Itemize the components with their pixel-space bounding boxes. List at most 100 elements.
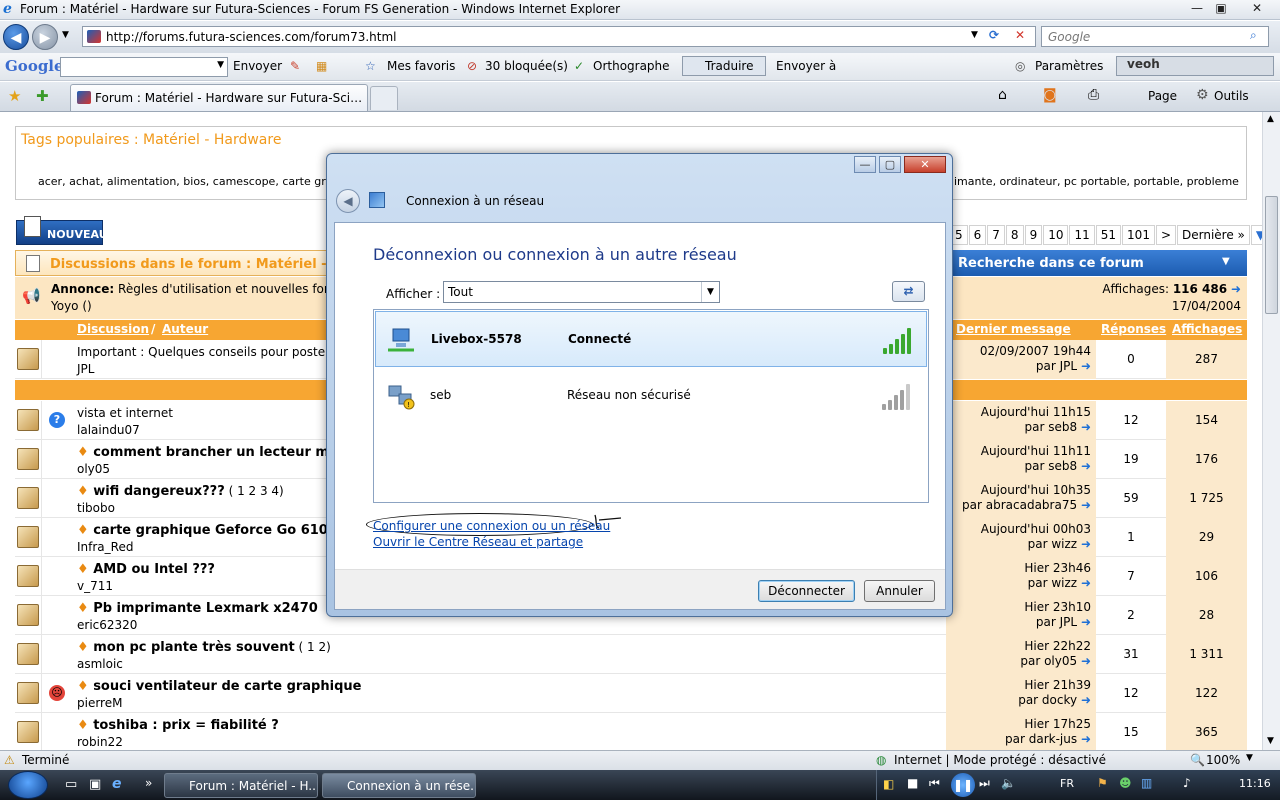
announcement-link[interactable]: Règles d'utilisation et nouvelles fonct [118, 282, 343, 296]
disconnect-button[interactable]: Déconnecter [758, 580, 855, 602]
refresh-networks-button[interactable]: ⇄ [892, 281, 925, 302]
minimize-button[interactable]: — [1184, 0, 1210, 17]
tools-menu[interactable]: Outils [1214, 89, 1249, 103]
zoom-level[interactable]: 100% [1206, 753, 1240, 767]
scrollbar-thumb[interactable] [1265, 196, 1278, 314]
go-to-last-icon[interactable]: ➜ [1081, 615, 1091, 629]
thread-author[interactable]: pierreM [77, 696, 122, 710]
url-input[interactable]: http://forums.futura-sciences.com/forum7… [82, 26, 1036, 47]
thread-title[interactable]: mon pc plante très souvent [93, 640, 295, 655]
start-button[interactable] [8, 771, 48, 799]
taskbar-item-browser[interactable]: Forum : Matériel - H... [164, 773, 318, 798]
send-to-button[interactable]: Envoyer à [776, 59, 836, 73]
refresh-icon[interactable]: ⟳ [989, 28, 999, 42]
page-link[interactable]: 51 [1095, 225, 1122, 245]
translate-button[interactable]: Traduire [682, 56, 766, 76]
favorites-button[interactable]: Mes favoris [387, 59, 455, 73]
last-post-author[interactable]: par seb8 [1025, 459, 1078, 473]
tags-left[interactable]: acer, achat, alimentation, bios, camesco… [38, 175, 356, 188]
thread-pages[interactable]: ( 1 2) [295, 640, 331, 654]
go-to-last-icon[interactable]: ➜ [1081, 537, 1091, 551]
security-zone[interactable]: Internet | Mode protégé : désactivé [894, 753, 1106, 767]
go-to-last-icon[interactable]: ➜ [1081, 732, 1091, 746]
close-button[interactable]: ✕ [1242, 0, 1272, 17]
thread-title[interactable]: vista et internet [77, 406, 173, 420]
go-to-last-icon[interactable]: ➜ [1081, 576, 1091, 590]
thread-author[interactable]: robin22 [77, 735, 123, 749]
stop-icon[interactable]: ✕ [1015, 28, 1025, 42]
thread-title[interactable]: Pb imprimante Lexmark x2470 [93, 601, 318, 616]
thread-pages[interactable]: ( 1 2 3 4) [225, 484, 284, 498]
go-to-last-icon[interactable]: ➜ [1081, 654, 1091, 668]
last-post-author[interactable]: par JPL [1036, 615, 1077, 629]
last-post-author[interactable]: par JPL [1036, 359, 1077, 373]
tray-app-icon[interactable]: ⚑ [1097, 776, 1108, 790]
page-link[interactable]: 101 [1122, 225, 1155, 245]
tab-forum[interactable]: Forum : Matériel - Hardware sur Futura-S… [70, 84, 368, 111]
tray-network-icon[interactable]: ▥ [1141, 776, 1152, 790]
forward-button[interactable]: ▶ [32, 24, 58, 50]
volume-icon[interactable]: 🔈 [1001, 776, 1016, 790]
thread-title[interactable]: carte graphique Geforce Go 6100 [93, 523, 337, 538]
settings-button[interactable]: Paramètres [1035, 59, 1103, 73]
url-dropdown-icon[interactable]: ▼ [971, 30, 978, 40]
popup-icon[interactable]: ▦ [316, 59, 327, 73]
page-link[interactable]: 7 [987, 225, 1005, 245]
cancel-button[interactable]: Annuler [864, 580, 935, 602]
new-thread-button[interactable]: NOUVEAU [16, 216, 108, 245]
thread-author[interactable]: Infra_Red [77, 540, 133, 554]
favorites-center-icon[interactable]: ★ [8, 87, 21, 105]
last-post-author[interactable]: par seb8 [1025, 420, 1078, 434]
thread-title[interactable]: AMD ou Intel ??? [93, 562, 215, 577]
back-button[interactable]: ◀ [3, 24, 29, 50]
rss-icon[interactable]: ◙ [1043, 87, 1057, 103]
go-to-last-icon[interactable]: ➜ [1081, 420, 1091, 434]
zoom-dropdown-icon[interactable]: ▼ [1246, 753, 1253, 763]
tray-volume-icon[interactable]: ♪ [1183, 776, 1191, 790]
col-last-message[interactable]: Dernier message [956, 322, 1071, 336]
col-replies[interactable]: Réponses [1101, 322, 1166, 336]
taskbar-item-network-dialog[interactable]: Connexion à un rése... [322, 773, 476, 798]
last-post-author[interactable]: par wizz [1028, 576, 1077, 590]
page-link[interactable]: 10 [1043, 225, 1069, 245]
thread-title[interactable]: wifi dangereux??? [93, 484, 225, 499]
show-filter-select[interactable]: Tout ▼ [443, 281, 720, 303]
col-author[interactable]: Auteur [162, 322, 208, 336]
network-item-seb[interactable]: ! seb Réseau non sécurisé [375, 368, 927, 424]
switch-windows-icon[interactable]: ▣ [89, 777, 101, 792]
vertical-scrollbar[interactable]: ▲ ▼ [1262, 112, 1280, 750]
pager-dropdown-icon[interactable]: ▼ [1250, 225, 1262, 245]
media-player-icon[interactable]: ◧ [883, 777, 894, 791]
announcement-author[interactable]: Yoyo () [51, 299, 92, 313]
print-icon[interactable]: ⎙ [1088, 87, 1099, 103]
page-last[interactable]: Dernière » [1177, 225, 1250, 245]
thread-title[interactable]: Important : Quelques conseils pour poste… [77, 345, 330, 359]
maximize-button[interactable]: ▣ [1208, 0, 1234, 17]
new-tab-button[interactable] [370, 86, 398, 110]
setup-connection-link[interactable]: Configurer une connexion ou un réseau [373, 519, 610, 533]
page-link[interactable]: 11 [1069, 225, 1095, 245]
tags-right[interactable]: imante, ordinateur, pc portable, portabl… [954, 175, 1239, 188]
media-next-icon[interactable]: ⏭ [979, 776, 990, 791]
last-post-author[interactable]: par abracadabra75 [962, 498, 1077, 512]
last-post-author[interactable]: par wizz [1028, 537, 1077, 551]
col-views[interactable]: Affichages [1172, 322, 1242, 336]
thread-title[interactable]: souci ventilateur de carte graphique [93, 679, 361, 694]
dialog-back-button[interactable]: ◀ [336, 189, 360, 213]
go-to-last-icon[interactable]: ➜ [1081, 498, 1091, 512]
show-desktop-icon[interactable]: ▭ [65, 777, 77, 792]
dialog-maximize-button[interactable]: ▢ [879, 156, 901, 173]
col-discussion[interactable]: Discussion [77, 322, 149, 336]
media-pause-icon[interactable]: ❚❚ [951, 773, 975, 797]
blocked-popups-button[interactable]: 30 bloquée(s) [485, 59, 568, 73]
dialog-minimize-button[interactable]: — [854, 156, 876, 173]
page-menu[interactable]: Page [1148, 89, 1177, 103]
page-link[interactable]: 8 [1005, 225, 1024, 245]
search-input[interactable]: Google ⌕ [1041, 26, 1269, 47]
search-forum-button[interactable]: Recherche dans ce forum ▼ [950, 250, 1247, 276]
network-item-livebox[interactable]: Livebox-5578 Connecté [375, 311, 927, 367]
last-post-author[interactable]: par docky [1018, 693, 1077, 707]
google-search-input[interactable]: ▼ [60, 57, 228, 77]
thread-author[interactable]: asmloic [77, 657, 123, 671]
tray-messenger-icon[interactable]: ☻ [1119, 776, 1132, 790]
